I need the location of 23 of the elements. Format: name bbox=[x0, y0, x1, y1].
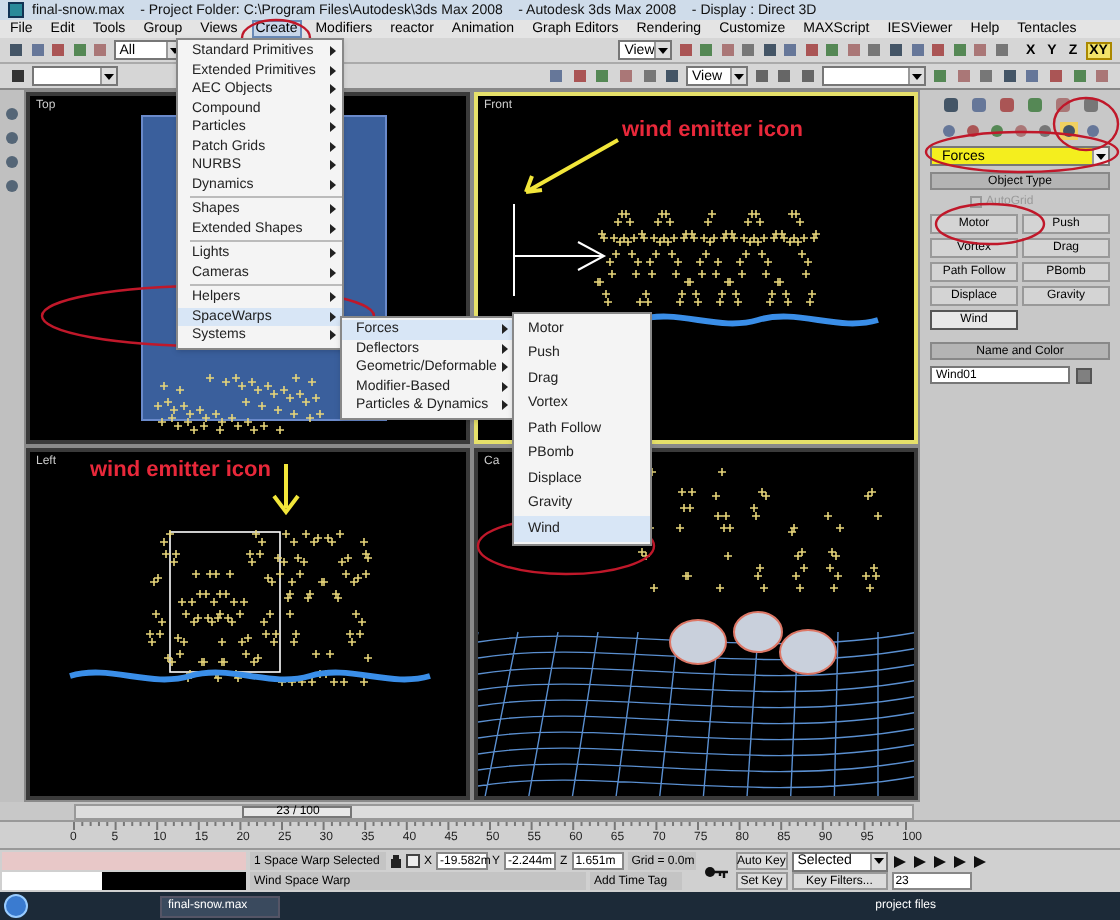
annotation-text: wind emitter icon bbox=[622, 120, 803, 142]
lock-icon[interactable] bbox=[391, 855, 401, 868]
wind-emitter-drawing bbox=[513, 203, 607, 297]
panel-tab-button[interactable] bbox=[995, 94, 1017, 116]
panel-tab-button[interactable] bbox=[939, 94, 961, 116]
app-icon bbox=[8, 2, 24, 18]
layer-dropdown[interactable] bbox=[821, 66, 927, 86]
panel-tab-button[interactable] bbox=[1023, 94, 1045, 116]
category-button[interactable] bbox=[1083, 122, 1101, 140]
named-selection-dropdown[interactable] bbox=[31, 66, 118, 86]
arrow-drawing bbox=[524, 138, 620, 194]
toolbar-button[interactable] bbox=[797, 66, 818, 86]
panel-tab-button[interactable] bbox=[967, 94, 989, 116]
listener-field[interactable] bbox=[2, 852, 246, 870]
absolute-mode-icon[interactable] bbox=[406, 854, 420, 868]
arrow-drawing bbox=[272, 462, 300, 516]
listener-field[interactable] bbox=[2, 872, 102, 890]
start-button[interactable] bbox=[4, 894, 28, 918]
wind-emitter-drawing bbox=[169, 531, 281, 673]
listener-output-field[interactable] bbox=[102, 872, 246, 890]
annotation-text: wind emitter icon bbox=[90, 460, 271, 482]
color-swatch[interactable] bbox=[1076, 367, 1092, 383]
dropdown-arrow-icon bbox=[869, 853, 886, 869]
